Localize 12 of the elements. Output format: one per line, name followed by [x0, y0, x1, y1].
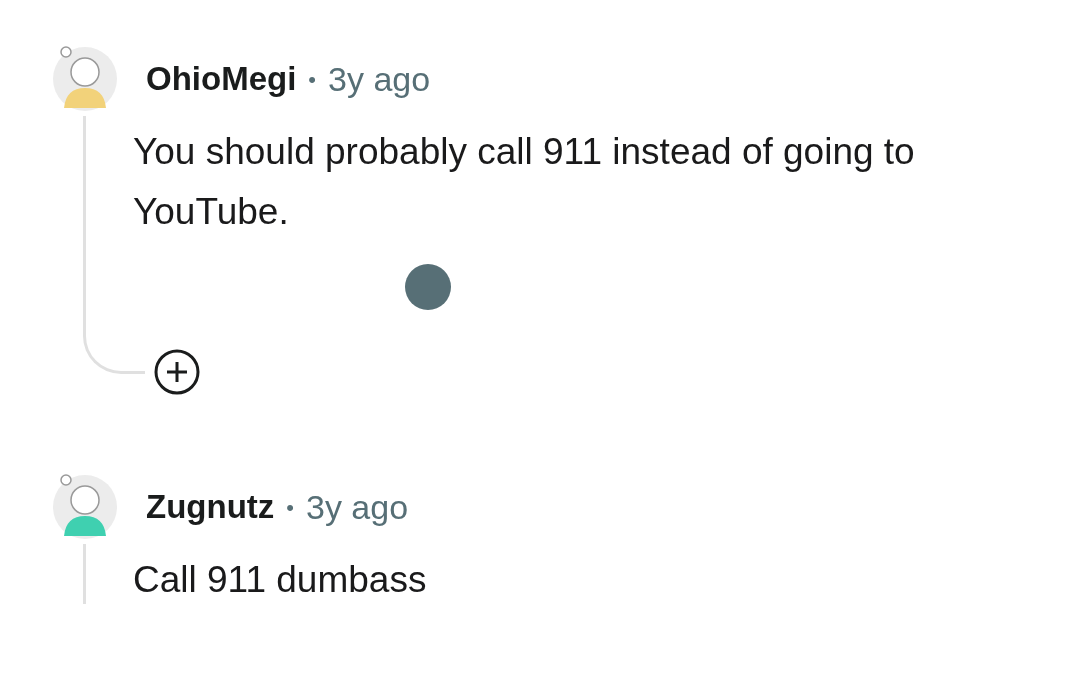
- timestamp: 3y ago: [306, 486, 409, 528]
- username[interactable]: OhioMegi: [146, 54, 297, 104]
- username[interactable]: Zugnutz: [146, 482, 275, 532]
- expand-icon[interactable]: [153, 348, 201, 396]
- separator-dot: •: [286, 493, 294, 522]
- timestamp: 3y ago: [328, 58, 431, 100]
- comment-text: Call 911 dumbass: [133, 558, 428, 602]
- avatar[interactable]: [52, 474, 118, 540]
- avatar[interactable]: [52, 46, 118, 112]
- comment-text: You should probably call 911 instead of going to YouTube.: [133, 130, 916, 234]
- separator-dot: •: [308, 65, 317, 94]
- dot-icon: [405, 264, 451, 310]
